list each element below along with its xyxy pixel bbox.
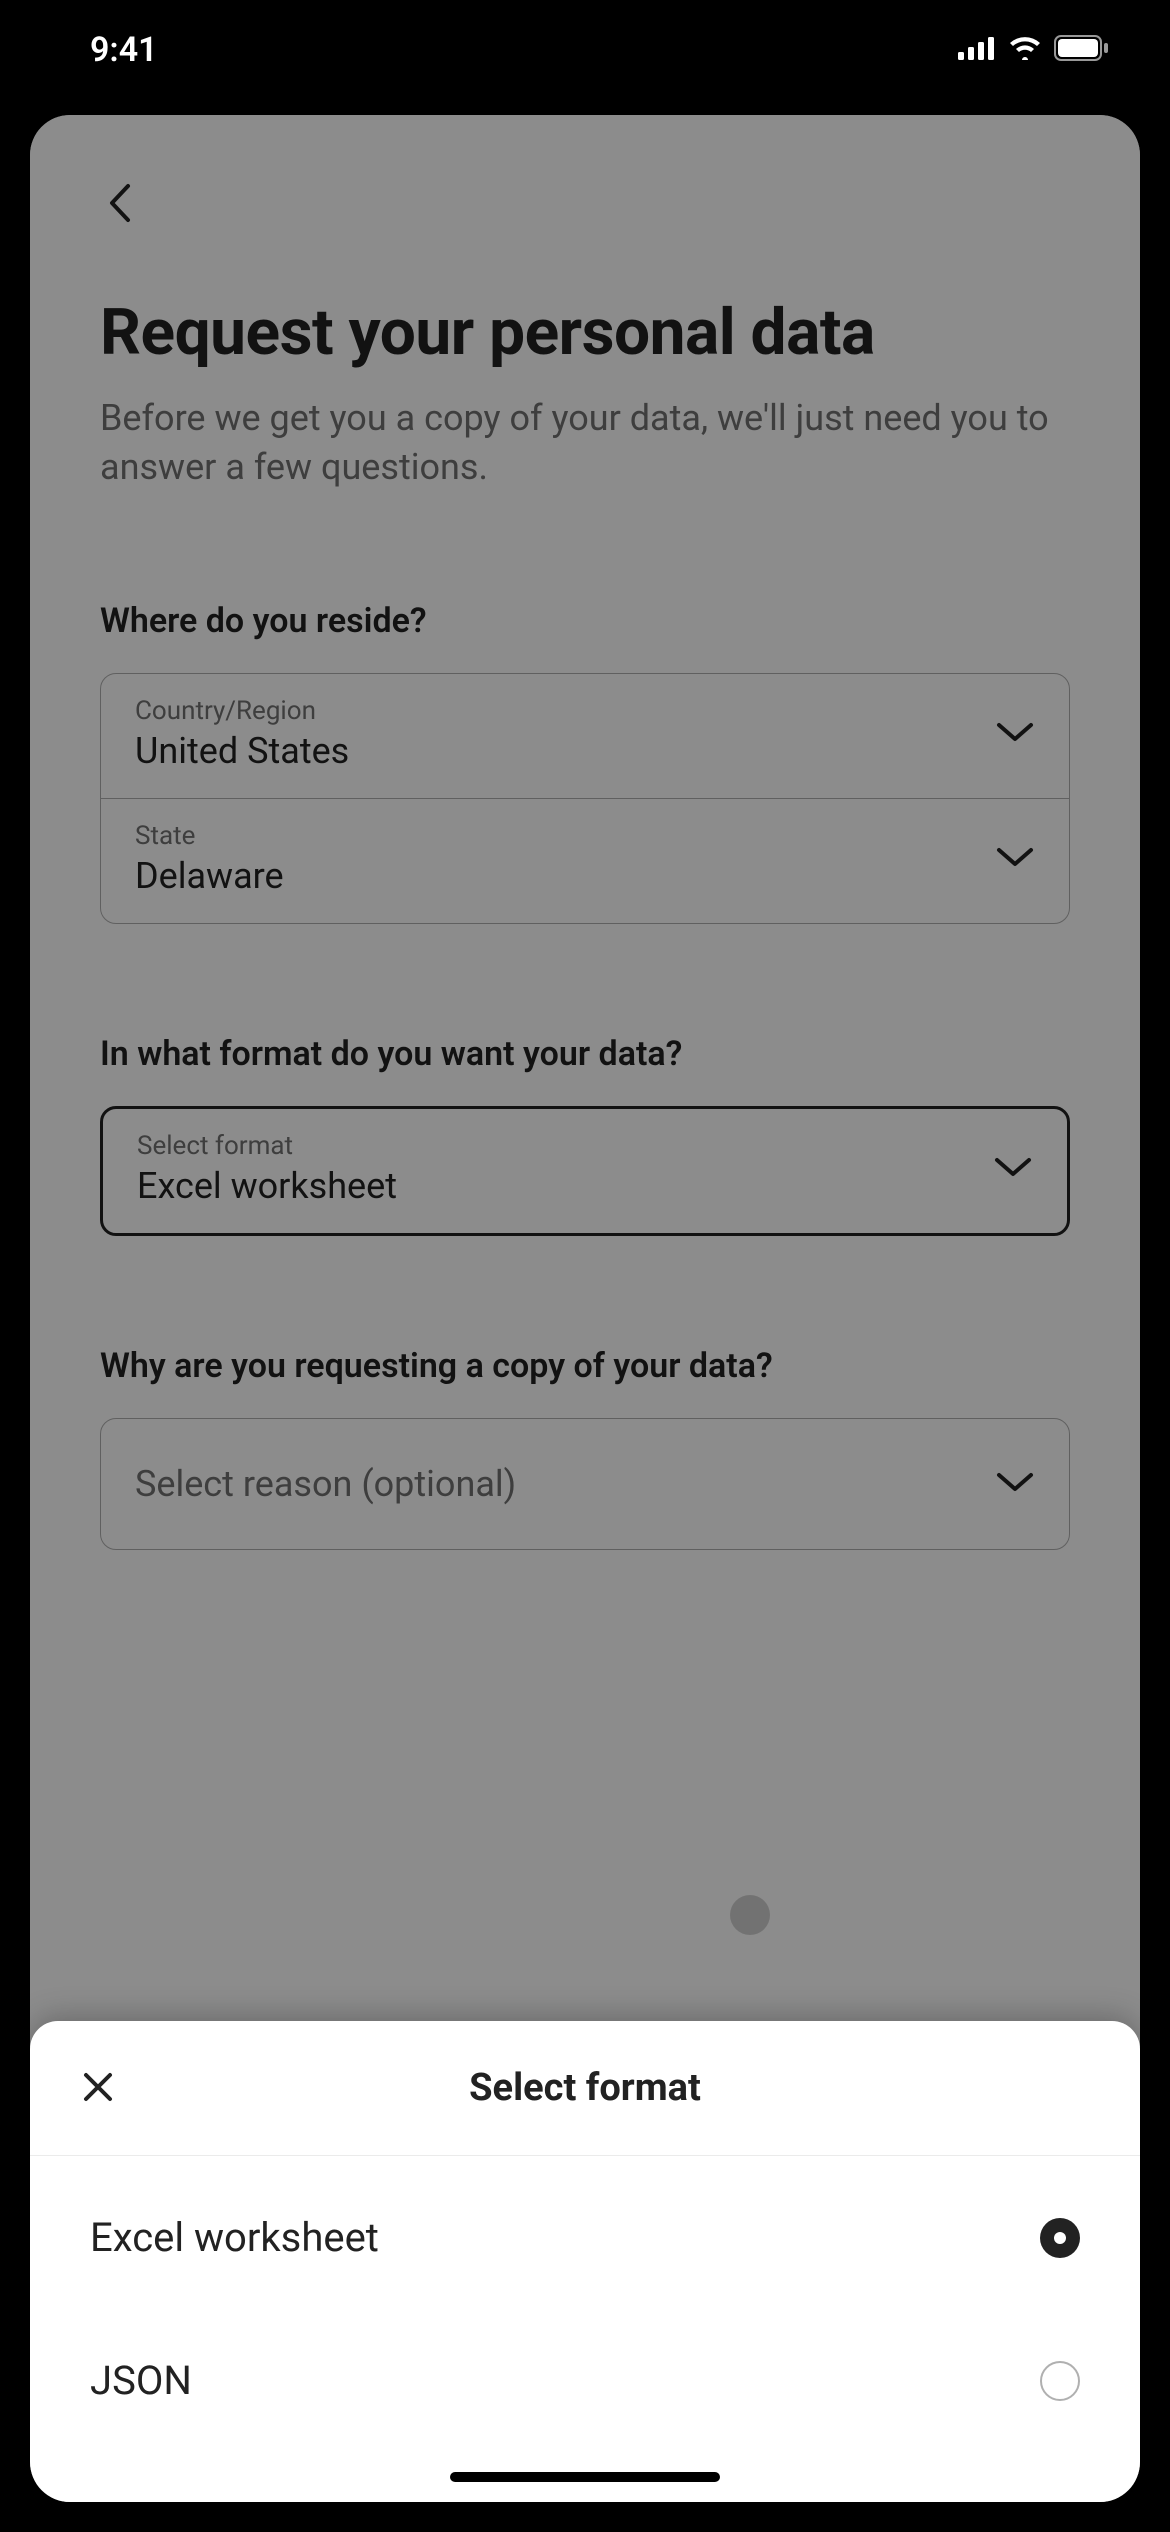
section-label-reside: Where do you reside? [100,601,1070,641]
sheet-title: Select format [469,2066,701,2110]
chevron-down-icon [995,1469,1035,1499]
sheet-options: Excel worksheet JSON [30,2156,1140,2462]
option-label: JSON [90,2357,192,2404]
option-json[interactable]: JSON [30,2309,1140,2452]
status-icons [958,35,1110,65]
battery-icon [1054,35,1110,65]
state-select-label: State [135,821,975,851]
touch-indicator [730,1895,770,1935]
format-select-value: Excel worksheet [137,1165,973,1207]
chevron-left-icon [106,182,134,228]
reason-select-placeholder: Select reason (optional) [135,1463,975,1505]
option-label: Excel worksheet [90,2214,379,2261]
status-time: 9:41 [90,30,158,70]
state-select-value: Delaware [135,855,975,897]
chevron-down-icon [995,719,1035,749]
format-select-label: Select format [137,1131,973,1161]
radio-selected-icon [1040,2218,1080,2258]
option-excel-worksheet[interactable]: Excel worksheet [30,2166,1140,2309]
close-icon [80,2069,116,2109]
back-button[interactable] [90,175,150,235]
app-screen: Request your personal data Before we get… [30,115,1140,2502]
page-subtitle: Before we get you a copy of your data, w… [100,394,1070,491]
country-select-value: United States [135,730,975,772]
reason-select[interactable]: Select reason (optional) [101,1419,1069,1549]
section-label-reason: Why are you requesting a copy of your da… [100,1346,1070,1386]
chevron-down-icon [993,1154,1033,1184]
status-bar: 9:41 [0,0,1170,100]
sheet-close-button[interactable] [70,2061,126,2117]
wifi-icon [1008,36,1042,64]
cellular-icon [958,36,996,64]
format-select[interactable]: Select format Excel worksheet [103,1109,1067,1233]
section-label-format: In what format do you want your data? [100,1034,1070,1074]
country-select-label: Country/Region [135,696,975,726]
state-select[interactable]: State Delaware [101,798,1069,923]
page-title: Request your personal data [100,295,1070,370]
radio-unselected-icon [1040,2361,1080,2401]
country-select[interactable]: Country/Region United States [101,674,1069,798]
chevron-down-icon [995,844,1035,874]
home-indicator[interactable] [450,2472,720,2482]
select-format-sheet: Select format Excel worksheet JSON [30,2021,1140,2502]
